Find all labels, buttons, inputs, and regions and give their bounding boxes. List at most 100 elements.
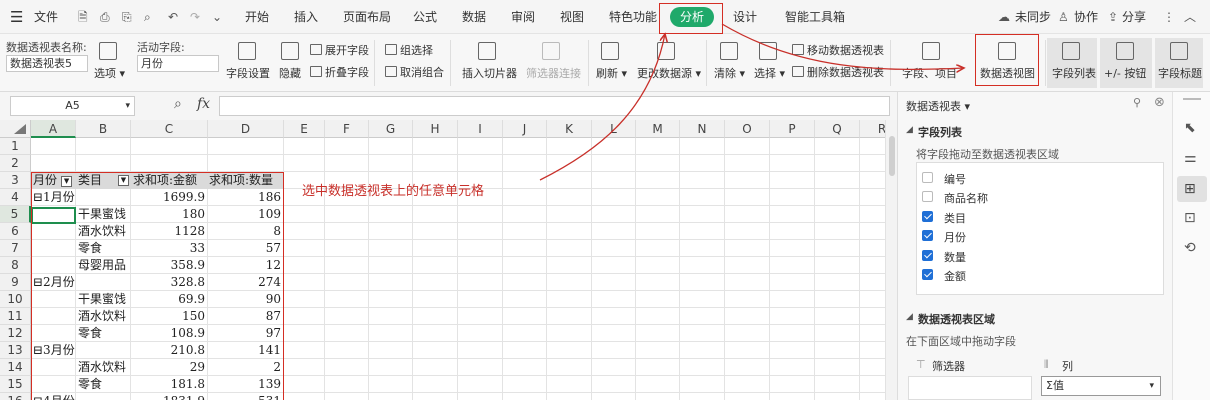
row-header-10[interactable]: 10 (0, 291, 31, 308)
collapse-arrow-icon[interactable]: ◢ (906, 125, 913, 135)
column-header-B[interactable]: B (76, 120, 131, 138)
tab-home[interactable]: 开始 (245, 0, 269, 34)
field-name[interactable]: 月份 (944, 229, 966, 245)
column-header-C[interactable]: C (131, 120, 208, 138)
delete-pivot-button[interactable]: 删除数据透视表 (792, 64, 884, 80)
share-button[interactable]: 分享 (1122, 0, 1146, 34)
tab-special[interactable]: 特色功能 (609, 0, 657, 34)
active-field-input[interactable]: 月份 (137, 55, 219, 72)
column-header-I[interactable]: I (458, 120, 503, 138)
more-icon[interactable]: ⋮ (1163, 0, 1175, 34)
tab-review[interactable]: 审阅 (511, 0, 535, 34)
row-header-16[interactable]: 16 (0, 393, 31, 400)
history-icon[interactable]: ⟲ (1184, 240, 1196, 256)
image-icon[interactable]: ⊡ (1184, 210, 1196, 226)
column-header-M[interactable]: M (636, 120, 680, 138)
field-checkbox[interactable] (922, 230, 933, 242)
cursor-icon[interactable]: ⬉ (1184, 120, 1196, 136)
plus-minus-button[interactable]: +/- 按钮 (1104, 65, 1146, 81)
select-button[interactable]: 选择 ▾ (754, 65, 785, 81)
field-settings-button[interactable]: 字段设置 (226, 65, 270, 81)
tab-insert[interactable]: 插入 (294, 0, 318, 34)
column-header-D[interactable]: D (208, 120, 284, 138)
field-name[interactable]: 编号 (944, 171, 966, 187)
scrollbar-thumb[interactable] (889, 136, 895, 176)
settings-sliders-icon[interactable]: ⚌ (1184, 150, 1197, 166)
move-pivot-button[interactable]: 移动数据透视表 (792, 42, 884, 58)
undo-icon[interactable]: ↶ (168, 0, 178, 34)
row-header-2[interactable]: 2 (0, 155, 31, 172)
row-header-1[interactable]: 1 (0, 138, 31, 155)
collapse-arrow-icon[interactable]: ◢ (906, 312, 913, 322)
export-pdf-icon[interactable]: ⎙ (100, 0, 110, 34)
column-header-E[interactable]: E (284, 120, 325, 138)
field-name[interactable]: 类目 (944, 210, 966, 226)
formula-input[interactable] (219, 96, 890, 116)
row-header-8[interactable]: 8 (0, 257, 31, 274)
column-header-G[interactable]: G (369, 120, 413, 138)
row-header-15[interactable]: 15 (0, 376, 31, 393)
field-checkbox[interactable] (922, 172, 933, 183)
insert-slicer-button[interactable]: 插入切片器 (462, 65, 517, 81)
tab-design[interactable]: 设计 (733, 0, 757, 34)
field-checkbox[interactable] (922, 269, 933, 280)
field-name[interactable]: 数量 (944, 249, 966, 265)
row-header-9[interactable]: 9 (0, 274, 31, 291)
field-name[interactable]: 商品名称 (944, 190, 988, 206)
clear-button[interactable]: 清除 ▾ (714, 65, 745, 81)
column-header-P[interactable]: P (770, 120, 815, 138)
tab-smart-toolbox[interactable]: 智能工具箱 (785, 0, 845, 34)
collapse-ribbon-icon[interactable]: ︿ (1184, 0, 1196, 34)
column-header-K[interactable]: K (547, 120, 592, 138)
field-list-button[interactable]: 字段列表 (1052, 65, 1096, 81)
column-header-A[interactable]: A (31, 120, 76, 138)
save-icon[interactable]: 🗎 (78, 0, 88, 34)
change-source-button[interactable]: 更改数据源 ▾ (637, 65, 701, 81)
hamburger-icon[interactable]: ☰ (10, 0, 23, 34)
group-selection-button[interactable]: 组选择 (385, 42, 433, 58)
collapse-field-button[interactable]: 折叠字段 (310, 64, 369, 80)
sync-status[interactable]: 未同步 (1015, 0, 1051, 34)
filter-connection-button[interactable]: 筛选器连接 (526, 65, 581, 81)
tab-view[interactable]: 视图 (560, 0, 584, 34)
row-header-6[interactable]: 6 (0, 223, 31, 240)
file-menu[interactable]: 文件 (34, 0, 58, 34)
column-header-F[interactable]: F (325, 120, 369, 138)
print-icon[interactable]: ⎘ (122, 0, 132, 34)
row-header-11[interactable]: 11 (0, 308, 31, 325)
ungroup-button[interactable]: 取消组合 (385, 64, 444, 80)
row-header-13[interactable]: 13 (0, 342, 31, 359)
column-header-O[interactable]: O (725, 120, 770, 138)
field-checkbox[interactable] (922, 210, 933, 222)
fx-icon[interactable]: fx (197, 96, 210, 112)
row-header-7[interactable]: 7 (0, 240, 31, 257)
field-checkbox[interactable] (922, 249, 933, 261)
row-header-5[interactable]: 5 (0, 206, 31, 223)
hide-button[interactable]: 隐藏 (279, 65, 301, 81)
column-header-R[interactable]: R (860, 120, 885, 138)
column-header-L[interactable]: L (592, 120, 636, 138)
close-icon[interactable]: ⊗ (1154, 95, 1165, 110)
row-header-4[interactable]: 4 (0, 189, 31, 206)
tab-data[interactable]: 数据 (462, 0, 486, 34)
redo-icon[interactable]: ↷ (190, 0, 200, 34)
pin-icon[interactable]: ⚲ (1133, 96, 1141, 109)
column-header-J[interactable]: J (503, 120, 547, 138)
column-header-H[interactable]: H (413, 120, 458, 138)
field-headers-button[interactable]: 字段标题 (1158, 65, 1202, 81)
name-box[interactable]: A5 ▾ (10, 96, 135, 116)
expand-field-button[interactable]: 展开字段 (310, 42, 369, 58)
row-header-12[interactable]: 12 (0, 325, 31, 342)
chevron-down-icon[interactable]: ⌄ (212, 0, 222, 34)
vertical-scrollbar[interactable] (885, 120, 897, 400)
row-header-3[interactable]: 3 (0, 172, 31, 189)
field-name[interactable]: 金额 (944, 268, 966, 284)
select-all-corner[interactable] (0, 120, 31, 138)
zoom-icon[interactable]: ⌕ (174, 96, 182, 112)
filter-drop-area[interactable] (908, 376, 1032, 400)
field-checkbox[interactable] (922, 191, 933, 203)
column-field-sum-values[interactable]: Σ值 ▾ (1041, 376, 1161, 396)
preview-icon[interactable]: ⌕ (144, 0, 151, 34)
pivot-name-field[interactable]: 数据透视表5 (6, 55, 88, 72)
column-header-Q[interactable]: Q (815, 120, 860, 138)
